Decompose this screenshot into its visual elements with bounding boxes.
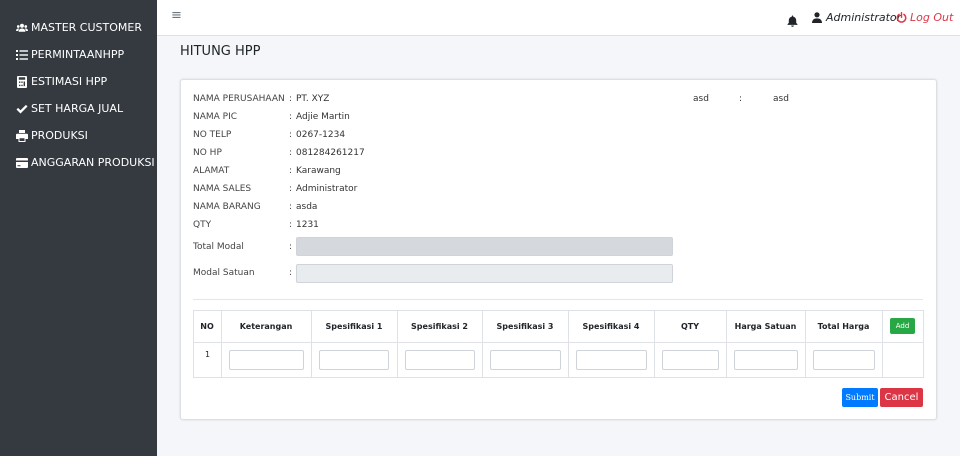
total-harga-input[interactable] — [813, 350, 875, 370]
sidebar-item-anggaran-produksi[interactable]: ANGGARAN PRODUKSI — [15, 156, 155, 169]
sidebar-item-label: PERMINTAANHPP — [31, 48, 125, 61]
column-header-spesifikasi-3: Spesifikasi 3 — [496, 322, 554, 331]
colon: : — [289, 148, 293, 158]
colon: : — [289, 220, 293, 230]
column-header-keterangan: Keterangan — [239, 322, 293, 331]
spesifikasi-4-input[interactable] — [576, 350, 647, 370]
harga-satuan-input[interactable] — [734, 350, 798, 370]
extra-label: asd — [693, 94, 709, 104]
field-label-no-hp: NO HP — [193, 148, 222, 158]
table-column-border — [882, 310, 883, 378]
sidebar-item-label: SET HARGA JUAL — [31, 102, 124, 115]
colon: : — [289, 184, 293, 194]
user-name: Administrator — [826, 11, 902, 24]
colon: : — [289, 202, 293, 212]
colon: : — [289, 166, 293, 176]
add-row-button[interactable]: Add — [890, 318, 915, 334]
field-value-nama-sales: Administrator — [296, 184, 358, 194]
column-header-spesifikasi-4: Spesifikasi 4 — [582, 322, 640, 331]
column-header-spesifikasi-2: Spesifikasi 2 — [411, 322, 468, 331]
field-label-nama-pic: NAMA PIC — [193, 112, 238, 122]
user-icon — [812, 12, 822, 23]
print-icon — [15, 129, 29, 142]
total-modal-label: Total Modal — [193, 242, 244, 252]
colon: : — [289, 242, 293, 252]
sidebar-item-label: MASTER CUSTOMER — [31, 21, 142, 34]
credit-card-icon — [15, 157, 29, 169]
sidebar-item-set-harga-jual[interactable]: SET HARGA JUAL — [15, 102, 123, 115]
menu-toggle-icon[interactable]: ≡ — [171, 8, 182, 23]
check-icon — [15, 103, 29, 115]
colon: : — [739, 94, 743, 104]
sidebar-item-produksi[interactable]: PRODUKSI — [15, 129, 88, 142]
cancel-button[interactable]: Cancel — [880, 388, 923, 407]
field-value-no-hp: 081284261217 — [296, 148, 365, 158]
modal-satuan-label: Modal Satuan — [193, 268, 255, 278]
sidebar: MASTER CUSTOMER PERMINTAANHPP ESTIMASI H… — [0, 0, 157, 456]
field-value-nama-perusahaan: PT. XYZ — [296, 94, 330, 104]
sidebar-item-permintaanhpp[interactable]: PERMINTAANHPP — [15, 48, 124, 61]
extra-value: asd — [773, 94, 789, 104]
user-menu[interactable]: Administrator — [812, 11, 901, 24]
colon: : — [289, 130, 293, 140]
top-navbar: ≡ Administrator Log Out — [157, 0, 960, 36]
field-value-no-telp: 0267-1234 — [296, 130, 346, 140]
spesifikasi-3-input[interactable] — [490, 350, 561, 370]
field-label-no-telp: NO TELP — [193, 130, 232, 140]
column-header-qty: QTY — [680, 322, 700, 331]
sidebar-item-estimasi-hpp[interactable]: ESTIMASI HPP — [15, 75, 107, 88]
field-label-nama-perusahaan: NAMA PERUSAHAAN — [193, 94, 285, 104]
column-header-spesifikasi-1: Spesifikasi 1 — [325, 322, 383, 331]
field-value-qty: 1231 — [296, 220, 319, 230]
column-header-no: NO — [200, 322, 214, 331]
keterangan-input[interactable] — [229, 350, 304, 370]
field-value-alamat: Karawang — [296, 166, 341, 176]
list-icon — [15, 49, 29, 61]
sidebar-item-label: ANGGARAN PRODUKSI — [31, 156, 155, 169]
modal-satuan-field — [296, 264, 673, 283]
calculator-icon — [15, 75, 29, 88]
page-title: HITUNG HPP — [180, 44, 261, 59]
power-icon — [896, 12, 907, 23]
field-label-qty: QTY — [193, 220, 212, 230]
colon: : — [289, 94, 293, 104]
logout-link[interactable]: Log Out — [896, 11, 953, 24]
colon: : — [289, 112, 293, 122]
users-icon — [15, 22, 29, 34]
field-value-nama-pic: Adjie Martin — [296, 112, 350, 122]
bell-icon[interactable] — [787, 12, 799, 27]
spesifikasi-1-input[interactable] — [319, 350, 389, 370]
field-value-nama-barang: asda — [296, 202, 318, 212]
column-header-harga-satuan: Harga Satuan — [734, 322, 797, 331]
field-label-nama-sales: NAMA SALES — [193, 184, 252, 194]
total-modal-field — [296, 237, 673, 256]
field-label-nama-barang: NAMA BARANG — [193, 202, 261, 212]
spesifikasi-2-input[interactable] — [405, 350, 475, 370]
row-number: 1 — [205, 350, 211, 359]
colon: : — [289, 268, 293, 278]
sidebar-item-label: PRODUKSI — [31, 129, 88, 142]
column-header-total-harga: Total Harga — [817, 322, 870, 331]
qty-input[interactable] — [662, 350, 719, 370]
divider — [193, 299, 923, 300]
sidebar-item-master-customer[interactable]: MASTER CUSTOMER — [15, 21, 142, 34]
sidebar-item-label: ESTIMASI HPP — [31, 75, 108, 88]
submit-button[interactable]: Submit — [842, 388, 878, 407]
field-label-alamat: ALAMAT — [193, 166, 230, 176]
logout-label: Log Out — [910, 11, 954, 24]
